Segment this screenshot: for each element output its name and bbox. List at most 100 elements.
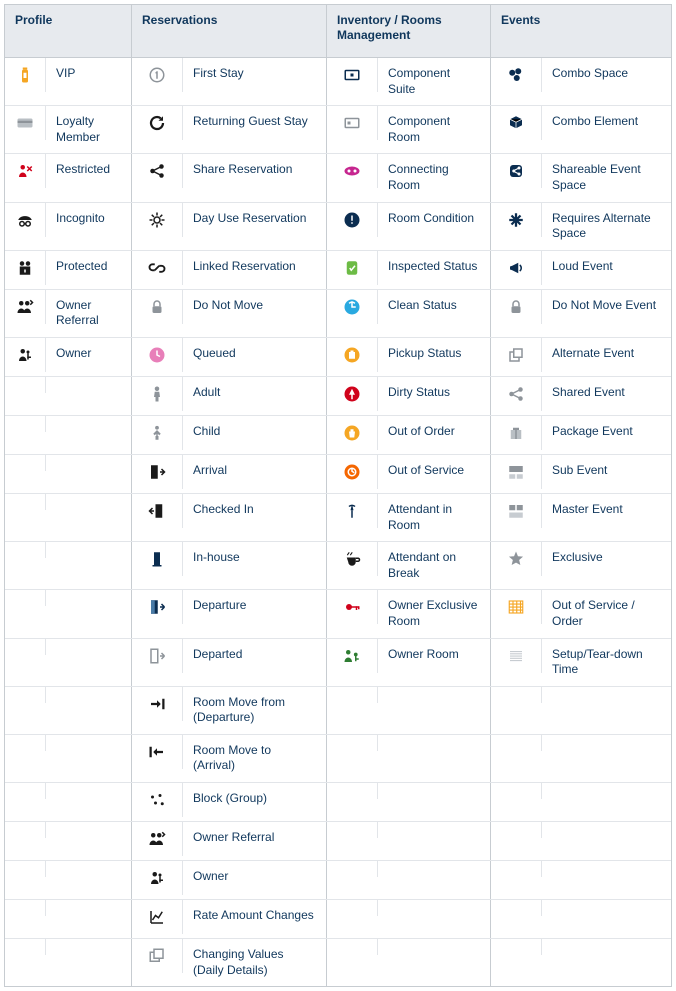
owner-icon bbox=[132, 861, 183, 895]
cell-inventory bbox=[327, 900, 491, 938]
cell-events: Shareable Event Space bbox=[491, 154, 671, 201]
cell-label bbox=[46, 687, 131, 703]
cell-reservations: Day Use Reservation bbox=[132, 203, 327, 250]
cell-label bbox=[378, 900, 490, 916]
cell-label: Setup/Tear-down Time bbox=[542, 639, 671, 686]
cell-inventory: Pickup Status bbox=[327, 338, 491, 376]
col-header-reservations: Reservations bbox=[132, 5, 327, 57]
cell-label: Shared Event bbox=[542, 377, 671, 409]
inspected-icon bbox=[327, 251, 378, 285]
cell-reservations: Share Reservation bbox=[132, 154, 327, 201]
vip-bottle-icon bbox=[5, 58, 46, 92]
cell-label bbox=[378, 783, 490, 799]
cell-inventory bbox=[327, 861, 491, 899]
empty-icon bbox=[5, 900, 46, 916]
cell-label bbox=[542, 822, 671, 838]
checked-in-icon bbox=[132, 494, 183, 528]
protected-icon bbox=[5, 251, 46, 285]
cell-events bbox=[491, 783, 671, 821]
cell-events: Do Not Move Event bbox=[491, 290, 671, 337]
cell-inventory: Component Room bbox=[327, 106, 491, 153]
master-event-icon bbox=[491, 494, 542, 528]
cell-profile bbox=[5, 783, 132, 821]
cell-reservations: Arrival bbox=[132, 455, 327, 493]
empty-icon bbox=[491, 822, 542, 838]
cell-label bbox=[46, 861, 131, 877]
cell-reservations: Departure bbox=[132, 590, 327, 637]
cell-reservations: Checked In bbox=[132, 494, 327, 541]
cell-label: Room Condition bbox=[378, 203, 490, 235]
owner-referral-icon bbox=[132, 822, 183, 856]
cell-label: Master Event bbox=[542, 494, 671, 526]
cell-label bbox=[542, 735, 671, 751]
cell-label: Arrival bbox=[183, 455, 326, 487]
sub-event-icon bbox=[491, 455, 542, 489]
package-icon bbox=[491, 416, 542, 450]
cell-reservations: Departed bbox=[132, 639, 327, 686]
cell-label bbox=[542, 687, 671, 703]
cell-label bbox=[542, 861, 671, 877]
cell-label bbox=[46, 939, 131, 955]
table-header-row: ProfileReservationsInventory / Rooms Man… bbox=[5, 5, 671, 58]
cell-events: Package Event bbox=[491, 416, 671, 454]
empty-icon bbox=[327, 735, 378, 751]
empty-icon bbox=[5, 416, 46, 432]
cell-events bbox=[491, 822, 671, 860]
cell-inventory: Connecting Room bbox=[327, 154, 491, 201]
table-row: DepartureOwner Exclusive RoomOut of Serv… bbox=[5, 590, 671, 638]
empty-icon bbox=[5, 687, 46, 703]
cell-profile bbox=[5, 687, 132, 734]
clean-icon bbox=[327, 290, 378, 324]
cell-label bbox=[46, 735, 131, 751]
cell-label: Out of Service bbox=[378, 455, 490, 487]
cell-label: Incognito bbox=[46, 203, 131, 235]
cell-label: First Stay bbox=[183, 58, 326, 90]
empty-icon bbox=[491, 687, 542, 703]
cell-label: Departed bbox=[183, 639, 326, 671]
cell-label: Out of Order bbox=[378, 416, 490, 448]
cell-reservations: Owner bbox=[132, 861, 327, 899]
table-row: Block (Group) bbox=[5, 783, 671, 822]
col-header-events: Events bbox=[491, 5, 671, 57]
col-header-inventory: Inventory / Rooms Management bbox=[327, 5, 491, 57]
cell-events bbox=[491, 861, 671, 899]
cell-inventory: Inspected Status bbox=[327, 251, 491, 289]
table-body: VIPFirst StayComponent SuiteCombo SpaceL… bbox=[5, 58, 671, 986]
cell-reservations: Owner Referral bbox=[132, 822, 327, 860]
cell-label bbox=[46, 783, 131, 799]
cell-label: Do Not Move Event bbox=[542, 290, 671, 322]
cell-label: Owner Room bbox=[378, 639, 490, 671]
cell-events: Shared Event bbox=[491, 377, 671, 415]
cell-inventory: Room Condition bbox=[327, 203, 491, 250]
empty-icon bbox=[491, 900, 542, 916]
empty-icon bbox=[491, 735, 542, 751]
cell-label: Owner bbox=[46, 338, 131, 370]
cell-label: Departure bbox=[183, 590, 326, 622]
cell-profile bbox=[5, 590, 132, 637]
cell-profile bbox=[5, 494, 132, 541]
table-row: OwnerQueuedPickup StatusAlternate Event bbox=[5, 338, 671, 377]
cell-profile bbox=[5, 416, 132, 454]
cell-label: Protected bbox=[46, 251, 131, 283]
cell-profile: Owner bbox=[5, 338, 132, 376]
cell-label: Do Not Move bbox=[183, 290, 326, 322]
cell-reservations: Room Move from (Departure) bbox=[132, 687, 327, 734]
connecting-room-icon bbox=[327, 154, 378, 188]
cell-label: Rate Amount Changes bbox=[183, 900, 326, 932]
cell-inventory: Owner Exclusive Room bbox=[327, 590, 491, 637]
owner-excl-room-icon bbox=[327, 590, 378, 624]
empty-icon bbox=[327, 783, 378, 799]
component-room-icon bbox=[327, 106, 378, 140]
cell-profile bbox=[5, 639, 132, 686]
cell-profile bbox=[5, 861, 132, 899]
cell-profile: Incognito bbox=[5, 203, 132, 250]
cell-profile bbox=[5, 455, 132, 493]
cell-reservations: Queued bbox=[132, 338, 327, 376]
cell-label: Attendant in Room bbox=[378, 494, 490, 541]
cell-label: Owner Referral bbox=[183, 822, 326, 854]
cell-reservations: Adult bbox=[132, 377, 327, 415]
cell-label bbox=[46, 590, 131, 606]
table-row: Owner bbox=[5, 861, 671, 900]
incognito-icon bbox=[5, 203, 46, 237]
attendant-icon bbox=[327, 494, 378, 528]
